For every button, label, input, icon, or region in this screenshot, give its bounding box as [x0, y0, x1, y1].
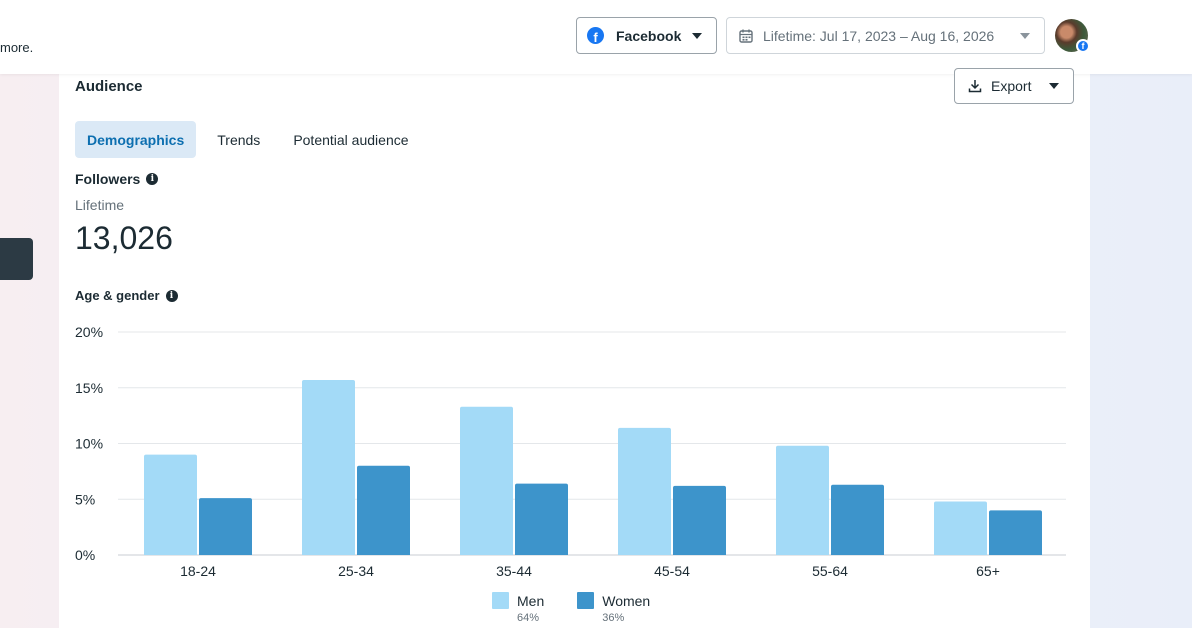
chart-legend: Men 64% Women 36% [492, 592, 683, 624]
calendar-icon [739, 29, 753, 43]
bar-women-18-24[interactable] [199, 498, 252, 555]
bar-men-25-34[interactable] [302, 379, 355, 555]
legend-item-women[interactable]: Women 36% [577, 592, 650, 624]
date-range-label: Lifetime: Jul 17, 2023 – Aug 16, 2026 [763, 27, 995, 44]
bar-women-55-64[interactable] [831, 484, 884, 555]
x-tick-label: 55-64 [812, 563, 848, 579]
y-tick-label: 5% [75, 491, 95, 507]
header-note: more. [0, 40, 34, 55]
bar-men-55-64[interactable] [776, 445, 829, 555]
legend-swatch-women [577, 592, 595, 609]
bar-men-45-54[interactable] [618, 427, 671, 555]
download-icon [968, 79, 982, 93]
bar-women-25-34[interactable] [357, 465, 410, 555]
facebook-badge-icon: f [1076, 39, 1090, 53]
top-bar: more. f Facebook Lifetime: Jul 17, 2023 … [0, 0, 1192, 74]
caret-down-icon [1020, 32, 1030, 39]
y-tick-label: 10% [75, 436, 103, 452]
legend-share-women: 36% [602, 612, 625, 624]
caret-down-icon [1049, 83, 1059, 89]
x-tick-label: 65+ [976, 563, 1000, 579]
platform-label: Facebook [616, 27, 682, 44]
y-tick-label: 0% [75, 547, 95, 563]
y-tick-label: 20% [75, 324, 103, 340]
bar-men-65+[interactable] [934, 501, 987, 555]
facebook-icon: f [587, 27, 604, 44]
bar-women-65+[interactable] [989, 510, 1042, 555]
legend-swatch-men [492, 592, 509, 609]
caret-down-icon [692, 32, 702, 39]
date-range-selector[interactable]: Lifetime: Jul 17, 2023 – Aug 16, 2026 [726, 17, 1045, 54]
legend-item-men[interactable]: Men 64% [492, 592, 544, 624]
x-tick-label: 35-44 [496, 563, 532, 579]
bar-men-18-24[interactable] [144, 454, 197, 555]
y-tick-label: 15% [75, 380, 103, 396]
bar-women-35-44[interactable] [515, 483, 568, 555]
x-tick-label: 18-24 [180, 563, 216, 579]
export-label: Export [991, 78, 1032, 94]
legend-share-men: 64% [517, 612, 540, 624]
export-button[interactable]: Export [954, 68, 1074, 104]
x-tick-label: 45-54 [654, 563, 690, 579]
legend-label-women: Women [602, 592, 651, 609]
legend-label-men: Men [517, 592, 545, 609]
platform-selector[interactable]: f Facebook [576, 17, 717, 54]
bar-women-45-54[interactable] [673, 485, 726, 555]
bar-men-35-44[interactable] [460, 406, 513, 555]
x-tick-label: 25-34 [338, 563, 374, 579]
